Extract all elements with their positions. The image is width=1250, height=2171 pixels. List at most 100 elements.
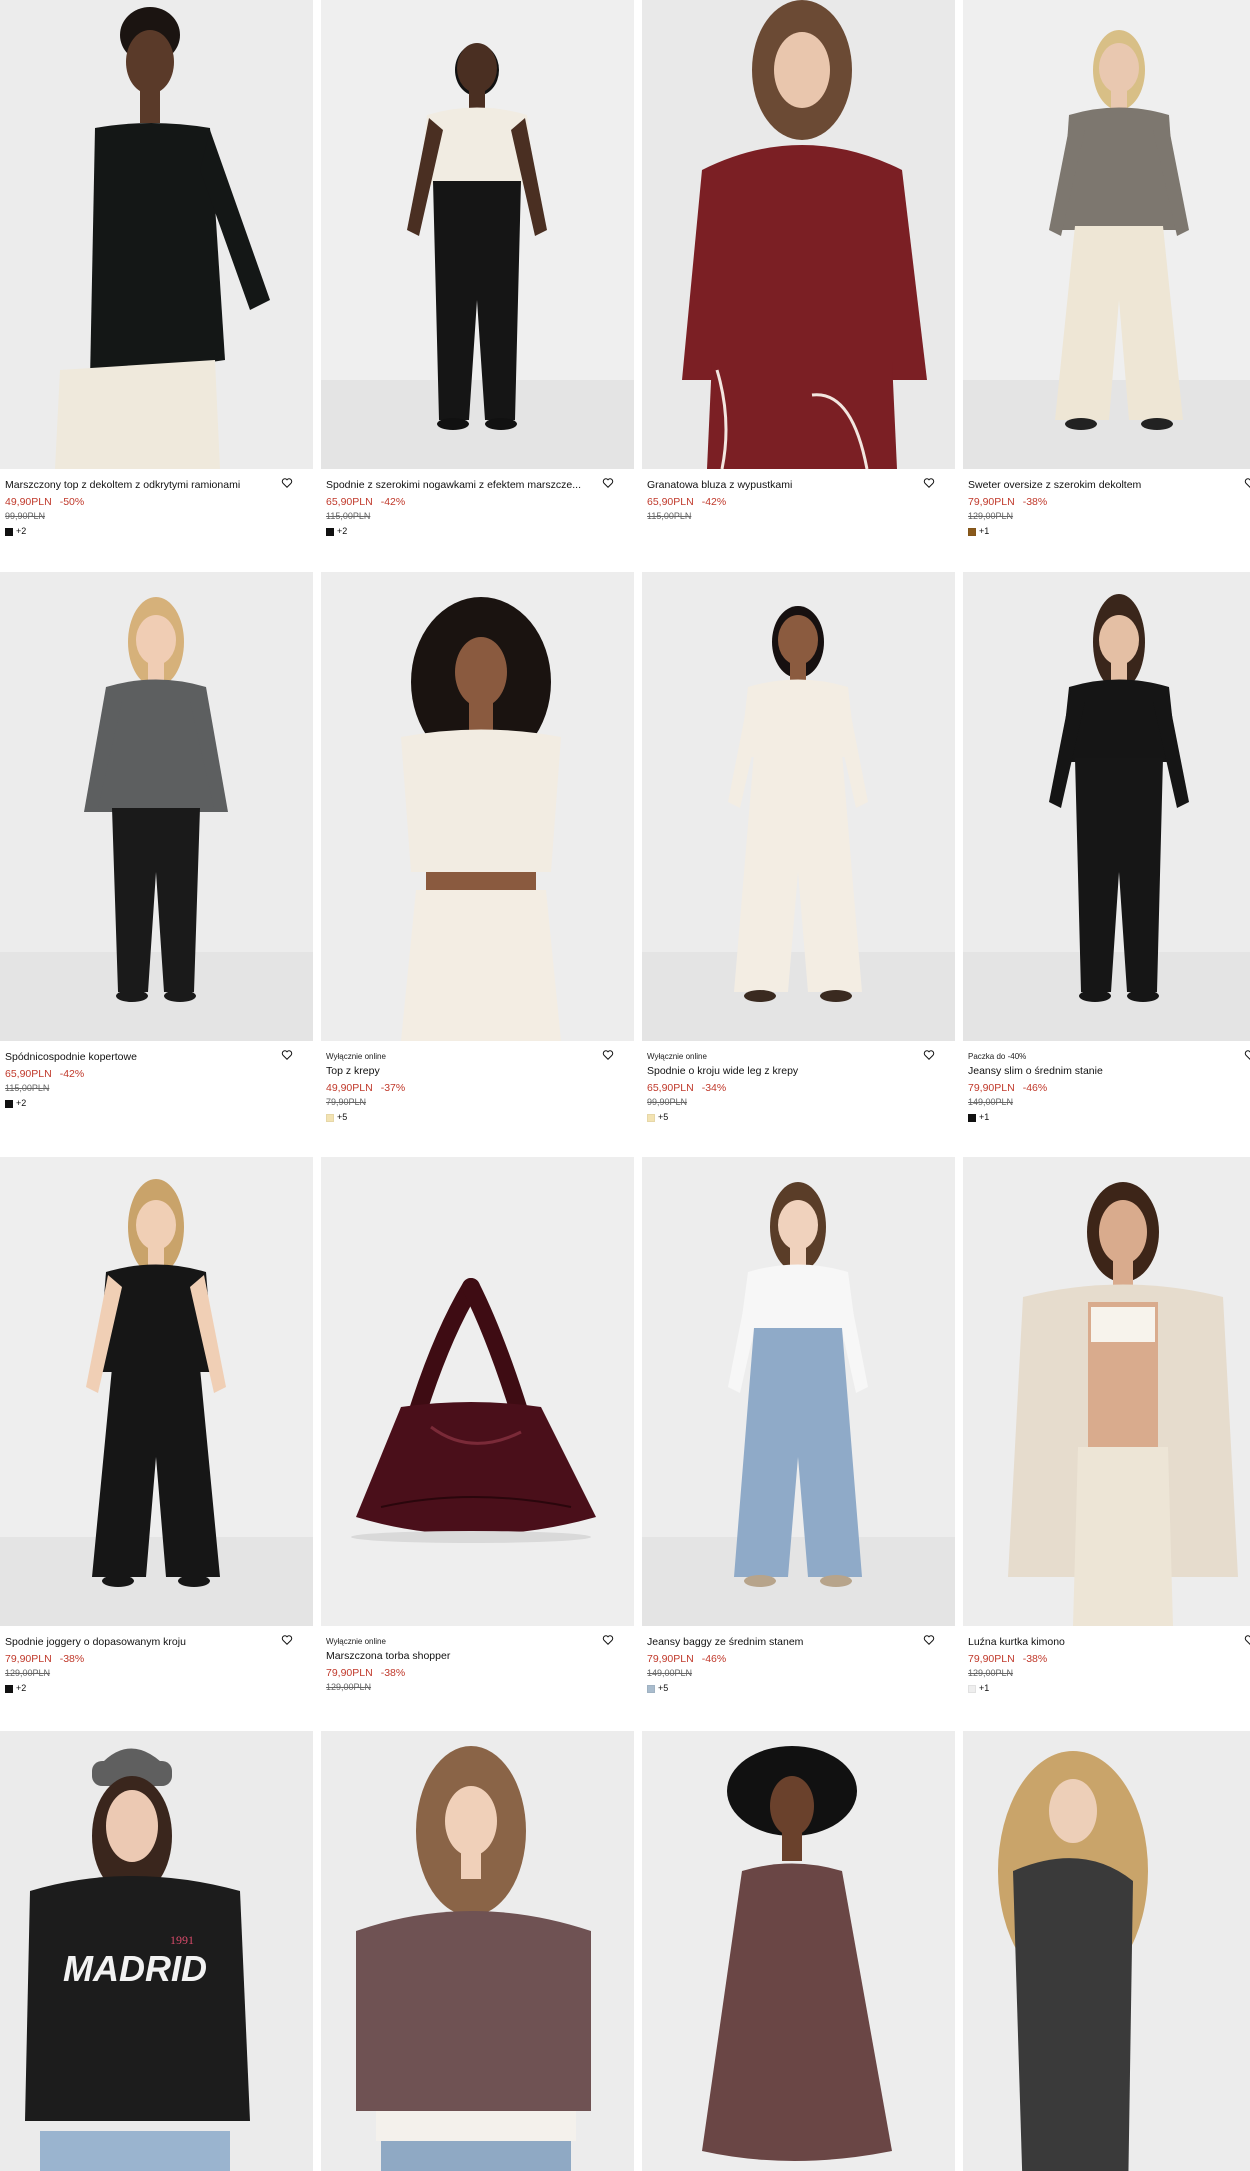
color-options[interactable]: +5 — [326, 1113, 604, 1122]
color-options[interactable]: +5 — [647, 1113, 925, 1122]
product-card[interactable]: Luźna kurtka kimono 79,90PLN -38% 129,00PLN… — [963, 1157, 1250, 1693]
color-swatch[interactable] — [326, 1113, 334, 1122]
favorite-heart-icon[interactable] — [923, 1634, 935, 1646]
product-card[interactable] — [321, 1731, 634, 2171]
product-card[interactable]: Spodnie joggery o dopasowanym kroju 79,90… — [0, 1157, 313, 1693]
more-colors-count: +5 — [658, 1112, 669, 1122]
color-options[interactable]: +2 — [5, 527, 283, 536]
product-name[interactable]: Top z krepy — [326, 1065, 604, 1079]
sale-price: 65,90PLN — [647, 496, 694, 508]
favorite-heart-icon[interactable] — [1244, 477, 1250, 489]
product-card[interactable] — [642, 1731, 955, 2171]
color-options[interactable]: +5 — [647, 1684, 925, 1693]
price-row: 65,90PLN -42% — [647, 495, 925, 509]
color-options[interactable]: +1 — [968, 527, 1246, 536]
product-name[interactable]: Spodnie joggery o dopasowanym kroju — [5, 1636, 283, 1650]
discount-percent: -34% — [701, 1082, 727, 1094]
product-card[interactable] — [963, 1731, 1250, 2171]
product-card[interactable]: Spódnicospodnie kopertowe 65,90PLN -42% 115… — [0, 572, 313, 1108]
color-options[interactable]: +2 — [326, 527, 604, 536]
color-swatch[interactable] — [647, 1684, 655, 1693]
product-card[interactable]: Wyłącznie online Spodnie o kroju wide leg… — [642, 572, 955, 1122]
price-row: 49,90PLN -50% — [5, 495, 283, 509]
product-image[interactable] — [963, 0, 1250, 469]
price-row: 65,90PLN -34% — [647, 1081, 925, 1095]
product-name[interactable]: Spodnie o kroju wide leg z krepy — [647, 1065, 925, 1079]
price-row: 79,90PLN -46% — [968, 1081, 1246, 1095]
color-swatch[interactable] — [968, 527, 976, 536]
favorite-heart-icon[interactable] — [602, 1049, 614, 1061]
product-image[interactable] — [321, 572, 634, 1041]
product-name[interactable]: Sweter oversize z szerokim dekoltem — [968, 479, 1246, 493]
product-card[interactable]: Jeansy baggy ze średnim stanem 79,90PLN -4… — [642, 1157, 955, 1693]
product-card[interactable]: Granatowa bluza z wypustkami 65,90PLN -42%… — [642, 0, 955, 522]
favorite-heart-icon[interactable] — [281, 1049, 293, 1061]
product-name[interactable]: Spódnicospodnie kopertowe — [5, 1051, 283, 1065]
product-image[interactable] — [0, 1157, 313, 1626]
color-swatch[interactable] — [647, 1113, 655, 1122]
product-image[interactable] — [642, 1157, 955, 1626]
product-info: Granatowa bluza z wypustkami 65,90PLN -42%… — [642, 469, 955, 522]
product-name[interactable]: Jeansy baggy ze średnim stanem — [647, 1636, 925, 1650]
favorite-heart-icon[interactable] — [602, 1634, 614, 1646]
product-image[interactable] — [642, 1731, 955, 2171]
product-image[interactable] — [642, 572, 955, 1041]
product-name[interactable]: Marszczony top z dekoltem z odkrytymi ra… — [5, 479, 283, 493]
color-swatch[interactable] — [5, 527, 13, 536]
color-swatch[interactable] — [968, 1684, 976, 1693]
product-card[interactable]: Marszczony top z dekoltem z odkrytymi ra… — [0, 0, 313, 536]
product-info: Wyłącznie online Spodnie o kroju wide leg… — [642, 1041, 955, 1122]
product-name[interactable]: Granatowa bluza z wypustkami — [647, 479, 925, 493]
favorite-heart-icon[interactable] — [923, 477, 935, 489]
product-name[interactable]: Jeansy slim o średnim stanie — [968, 1065, 1246, 1079]
color-swatch[interactable] — [5, 1099, 13, 1108]
original-price: 99,90PLN — [647, 1097, 688, 1107]
favorite-heart-icon[interactable] — [1244, 1634, 1250, 1646]
discount-percent: -38% — [1022, 496, 1048, 508]
product-card[interactable]: MADRID 1991 — [0, 1731, 313, 2171]
product-image[interactable] — [0, 572, 313, 1041]
heart-icon — [602, 1635, 614, 1645]
product-image[interactable] — [963, 1731, 1250, 2171]
product-name[interactable]: Marszczona torba shopper — [326, 1650, 604, 1664]
more-colors-count: +2 — [337, 526, 348, 536]
product-image[interactable] — [963, 572, 1250, 1041]
product-name[interactable]: Luźna kurtka kimono — [968, 1636, 1246, 1650]
product-card[interactable]: Spodnie z szerokimi nogawkami z efektem … — [321, 0, 634, 536]
madrid-print-text: MADRID — [63, 1948, 207, 1989]
year-print-text: 1991 — [170, 1933, 194, 1947]
color-options[interactable]: +2 — [5, 1684, 283, 1693]
product-image[interactable]: MADRID 1991 — [0, 1731, 313, 2171]
product-name[interactable]: Spodnie z szerokimi nogawkami z efektem … — [326, 479, 604, 493]
product-info: Spódnicospodnie kopertowe 65,90PLN -42% 115… — [0, 1041, 313, 1108]
color-options[interactable]: +1 — [968, 1684, 1246, 1693]
color-options[interactable]: +1 — [968, 1113, 1246, 1122]
product-info: Marszczony top z dekoltem z odkrytymi ra… — [0, 469, 313, 536]
favorite-heart-icon[interactable] — [602, 477, 614, 489]
more-colors-count: +1 — [979, 1683, 990, 1693]
product-image[interactable] — [321, 0, 634, 469]
original-price: 129,00PLN — [968, 511, 1014, 521]
product-card[interactable]: Wyłącznie online Marszczona torba shopper… — [321, 1157, 634, 1693]
more-colors-count: +5 — [337, 1112, 348, 1122]
favorite-heart-icon[interactable] — [281, 477, 293, 489]
heart-icon — [281, 1050, 293, 1060]
product-card[interactable]: Wyłącznie online Top z krepy 49,90PLN -37% 7… — [321, 572, 634, 1122]
favorite-heart-icon[interactable] — [281, 1634, 293, 1646]
product-card[interactable]: Sweter oversize z szerokim dekoltem 79,90… — [963, 0, 1250, 536]
product-image[interactable] — [963, 1157, 1250, 1626]
color-swatch[interactable] — [326, 527, 334, 536]
product-image[interactable] — [0, 0, 313, 469]
product-image[interactable] — [321, 1731, 634, 2171]
heart-icon — [923, 478, 935, 488]
color-swatch[interactable] — [5, 1684, 13, 1693]
heart-icon — [602, 1050, 614, 1060]
product-image[interactable] — [642, 0, 955, 469]
color-swatch[interactable] — [968, 1113, 976, 1122]
favorite-heart-icon[interactable] — [923, 1049, 935, 1061]
heart-icon — [923, 1050, 935, 1060]
product-card[interactable]: Paczka do -40% Jeansy slim o średnim stan… — [963, 572, 1250, 1122]
product-image[interactable] — [321, 1157, 634, 1626]
favorite-heart-icon[interactable] — [1244, 1049, 1250, 1061]
color-options[interactable]: +2 — [5, 1099, 283, 1108]
